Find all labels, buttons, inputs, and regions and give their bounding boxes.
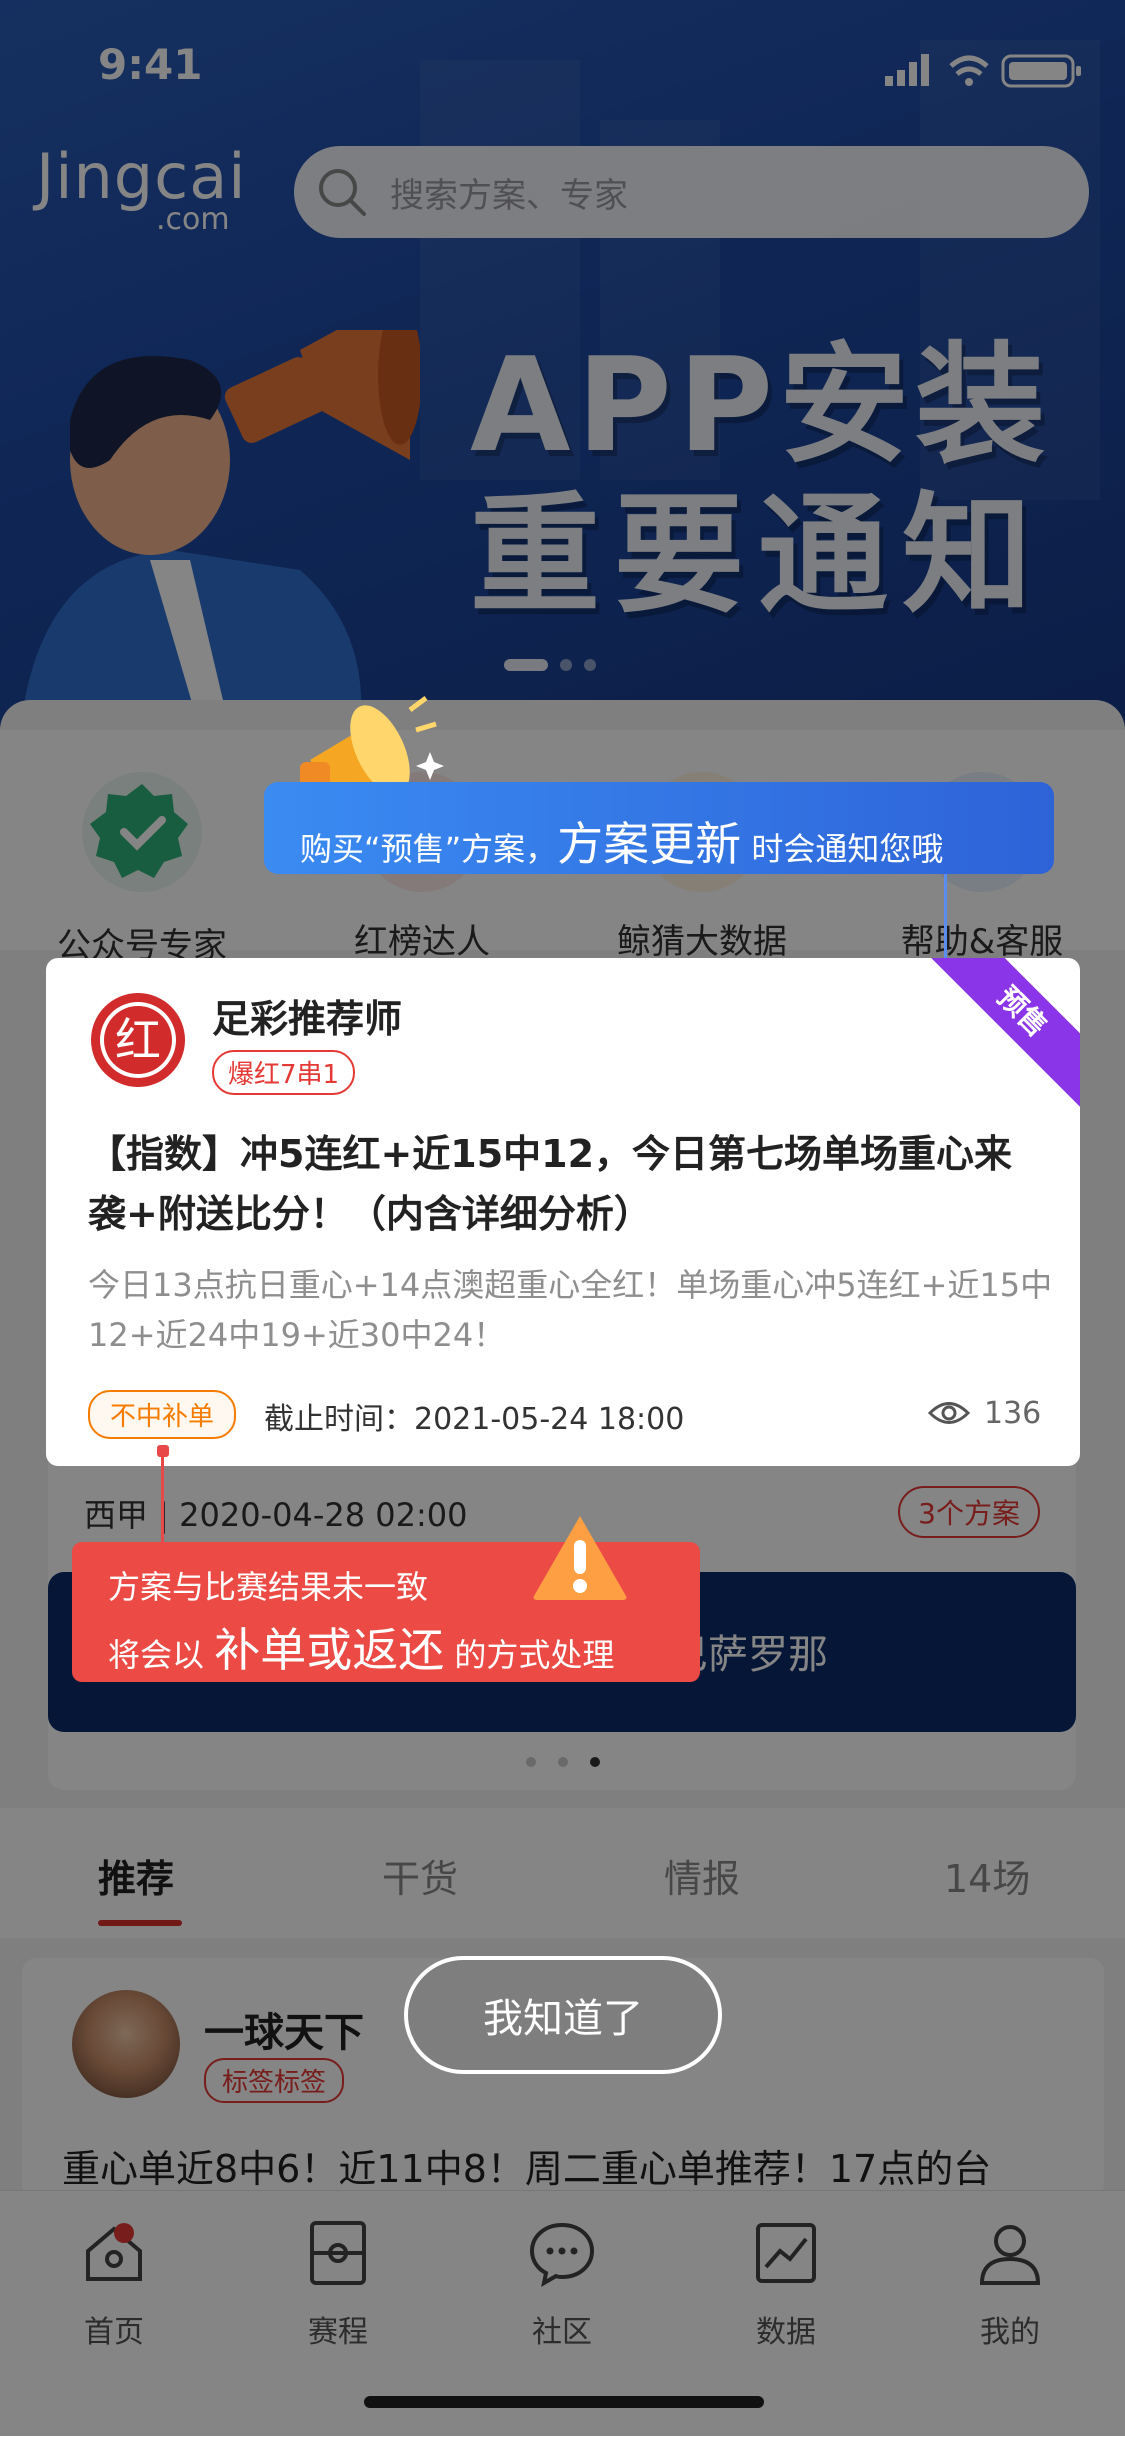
eye-icon bbox=[928, 1402, 970, 1424]
view-count: 136 bbox=[984, 1396, 1042, 1431]
plan-deadline: 截止时间：2021-05-24 18:00 bbox=[264, 1402, 685, 1437]
warning-icon bbox=[533, 1516, 627, 1600]
presale-tooltip: 购买“预售”方案，方案更新 时会通知您哦 bbox=[264, 782, 1054, 874]
plan-card[interactable]: 红 足彩推荐师 爆红7串1 预售 【指数】冲5连红+近15中12，今日第七场单场… bbox=[46, 958, 1080, 1466]
tooltip-line2-suffix: 的方式处理 bbox=[444, 1636, 615, 1674]
plan-title: 【指数】冲5连红+近15中12，今日第七场单场重心来袭+附送比分！（内含详细分析… bbox=[88, 1132, 1013, 1236]
tooltip-line1: 方案与比赛结果未一致 bbox=[108, 1568, 429, 1606]
tooltip-line2-prefix: 将会以 bbox=[108, 1636, 215, 1674]
home-indicator bbox=[364, 2396, 764, 2408]
expert-avatar-char: 红 bbox=[115, 1013, 161, 1067]
tooltip-line2-highlight: 补单或返还 bbox=[214, 1623, 445, 1677]
got-it-button[interactable]: 我知道了 bbox=[404, 1956, 722, 2074]
expert-name[interactable]: 足彩推荐师 bbox=[212, 988, 402, 1043]
refund-tag: 不中补单 bbox=[88, 1390, 237, 1439]
expert-avatar[interactable]: 红 bbox=[88, 990, 188, 1090]
tooltip-connector bbox=[944, 874, 947, 966]
presale-ribbon: 预售 bbox=[918, 958, 1080, 1116]
expert-record-badge: 爆红7串1 bbox=[212, 1050, 356, 1095]
tooltip-text-prefix: 购买“预售”方案， bbox=[300, 830, 558, 868]
tooltip-connector bbox=[161, 1452, 164, 1542]
tooltip-text-highlight: 方案更新 bbox=[557, 817, 742, 871]
tooltip-text-suffix: 时会通知您哦 bbox=[741, 830, 944, 868]
plan-description: 今日13点抗日重心+14点澳超重心全红！单场重心冲5连红+近15中12+近24中… bbox=[88, 1266, 1053, 1354]
